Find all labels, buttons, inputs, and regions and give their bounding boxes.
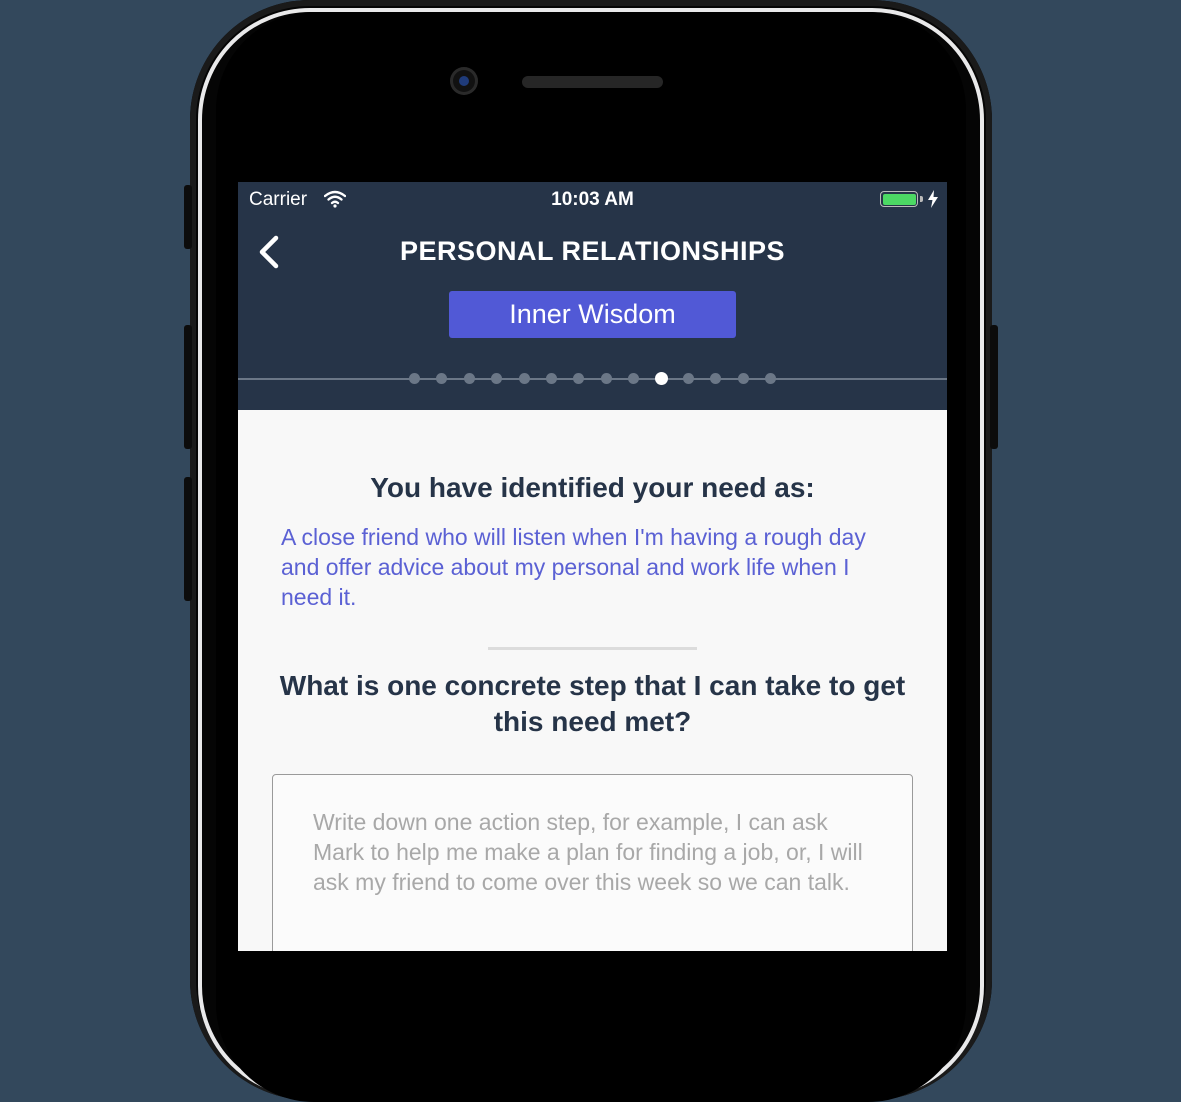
progress-dot <box>628 373 640 384</box>
action-step-input[interactable] <box>313 807 873 951</box>
earpiece-speaker <box>522 76 663 88</box>
progress-dot <box>436 373 448 384</box>
progress-dot <box>491 373 503 384</box>
step-question: What is one concrete step that I can tak… <box>279 670 906 737</box>
power-button <box>990 325 998 449</box>
front-camera <box>450 67 478 95</box>
section-divider <box>488 647 697 650</box>
answer-field[interactable] <box>272 774 913 951</box>
progress-dots <box>238 182 947 410</box>
progress-dot <box>600 373 612 384</box>
progress-dot <box>409 373 420 384</box>
progress-dot <box>463 373 475 384</box>
silent-switch <box>184 185 192 249</box>
volume-down-button <box>184 477 192 601</box>
app-header: Carrier 10:03 AM PERSONAL RELATIONSHIPS … <box>238 182 947 410</box>
progress-dot <box>710 373 722 384</box>
progress-dot <box>573 373 585 384</box>
main-content: You have identified your need as: A clos… <box>238 410 947 951</box>
need-heading: You have identified your need as: <box>370 472 815 503</box>
progress-dot <box>518 373 530 384</box>
progress-dot-current <box>654 372 668 385</box>
volume-up-button <box>184 325 192 449</box>
progress-dot <box>683 373 694 384</box>
progress-dot <box>737 373 749 384</box>
progress-dot <box>765 373 777 384</box>
app-screen: Carrier 10:03 AM PERSONAL RELATIONSHIPS … <box>238 182 947 951</box>
identified-need-text: A close friend who will listen when I'm … <box>281 524 866 610</box>
progress-dot <box>546 373 557 384</box>
